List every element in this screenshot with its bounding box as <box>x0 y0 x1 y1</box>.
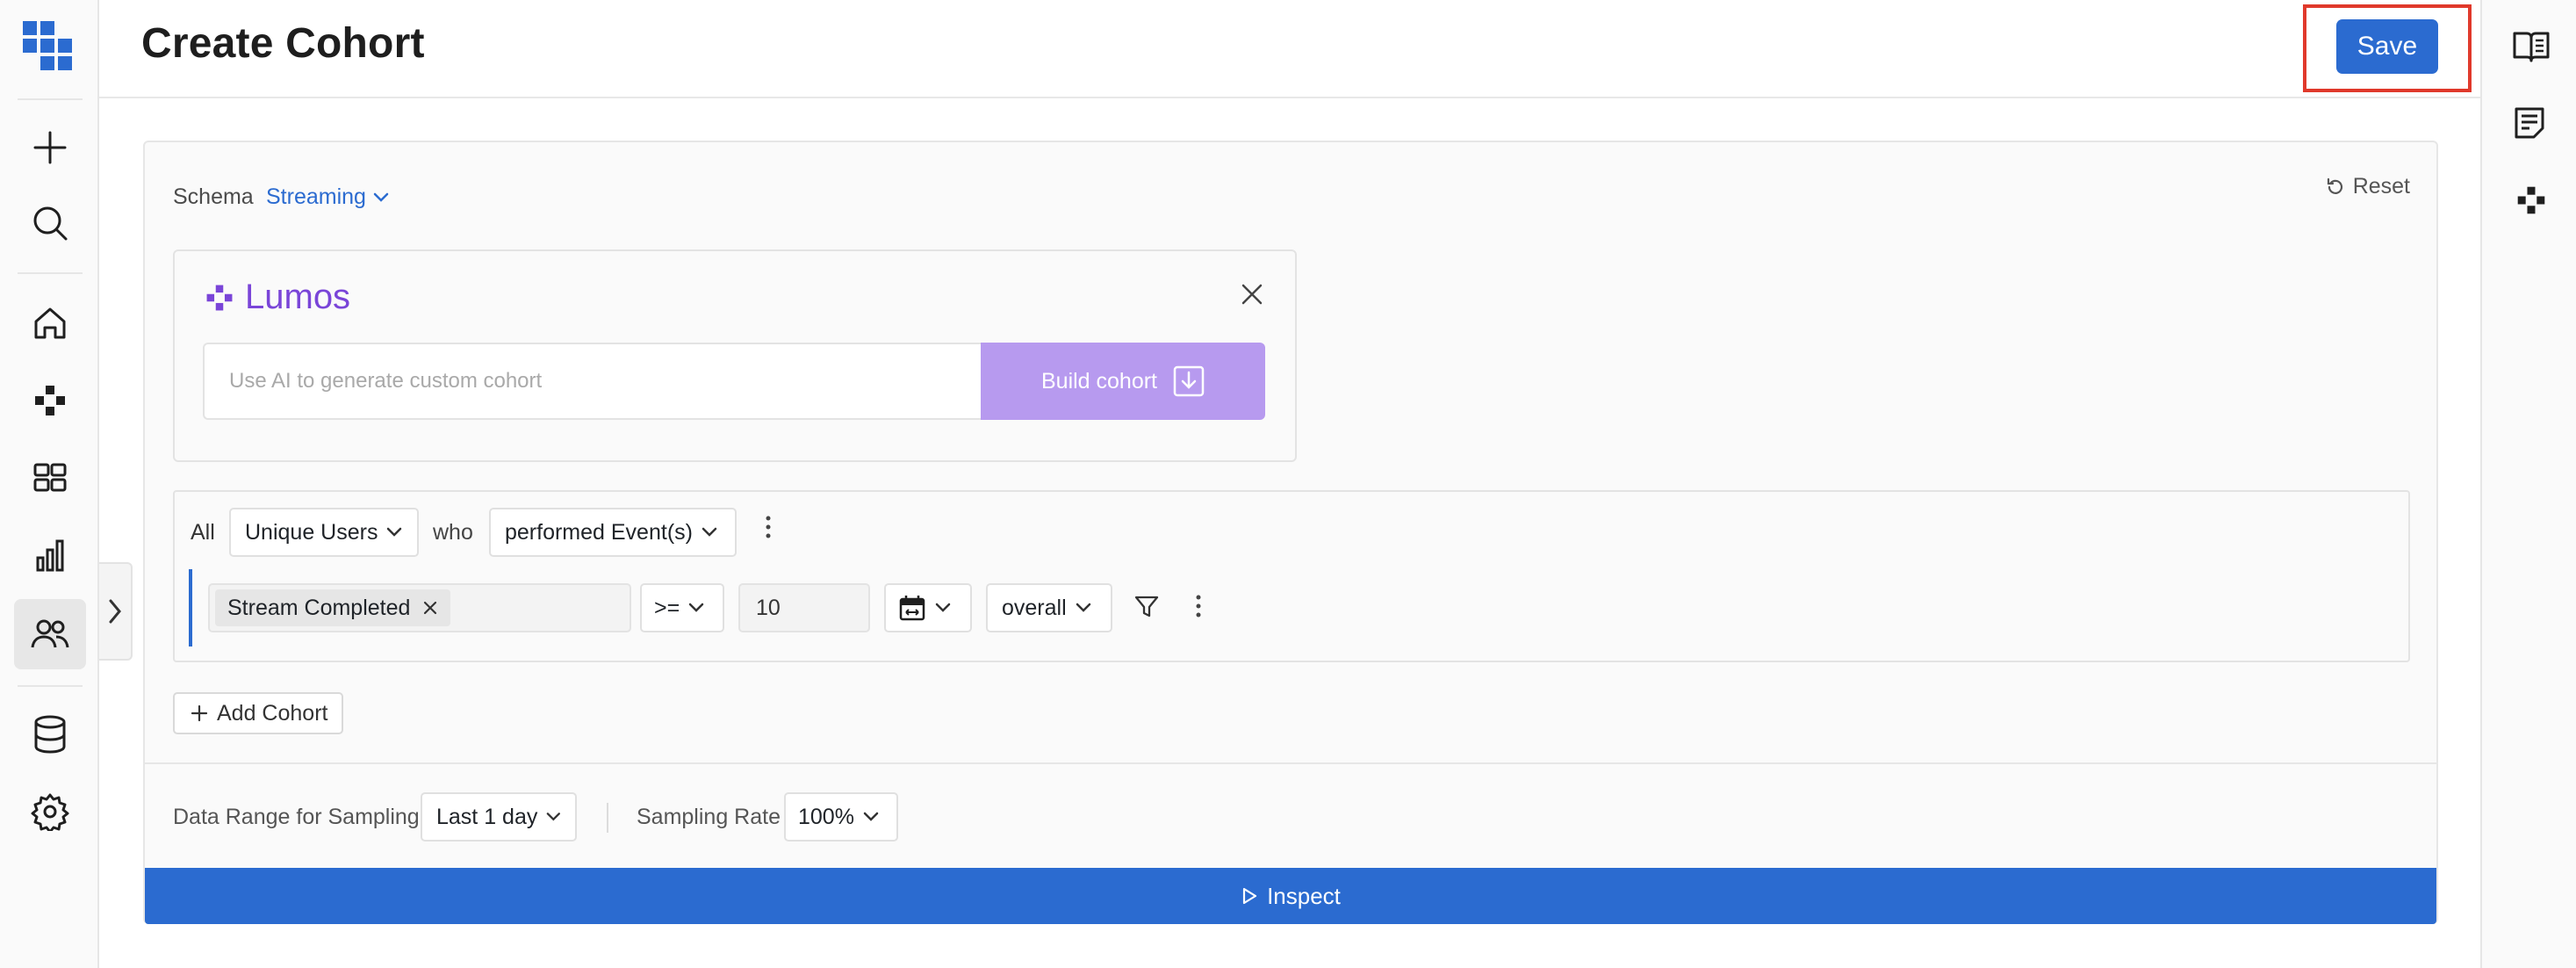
users-select[interactable]: Unique Users <box>229 508 419 557</box>
cohort-builder-panel: Schema Streaming Reset Lumos Build cohor… <box>143 141 2438 924</box>
chevron-down-icon <box>547 813 561 821</box>
book-icon[interactable] <box>2512 30 2551 68</box>
sampling-rate-label: Sampling Rate <box>637 805 781 829</box>
lumos-prompt-input[interactable] <box>203 343 982 420</box>
sampling-rate-value: 100% <box>798 804 854 829</box>
home-icon[interactable] <box>14 288 86 358</box>
plus-icon <box>191 704 208 722</box>
build-cohort-button[interactable]: Build cohort <box>981 343 1265 420</box>
chart-icon[interactable] <box>14 520 86 590</box>
more-options-icon[interactable] <box>765 515 772 545</box>
action-select-value: performed Event(s) <box>505 519 693 545</box>
play-icon <box>1242 887 1257 905</box>
event-chip: Stream Completed <box>215 589 451 626</box>
inspect-button[interactable]: Inspect <box>145 868 2436 924</box>
rail-divider <box>18 272 83 274</box>
chevron-down-icon <box>935 603 951 612</box>
expand-sidebar-button[interactable] <box>99 562 133 661</box>
page-header: Create Cohort Save <box>99 0 2480 98</box>
page-title: Create Cohort <box>141 20 425 67</box>
rail-divider <box>18 98 83 100</box>
add-cohort-button[interactable]: Add Cohort <box>173 692 344 734</box>
chevron-down-icon <box>702 527 717 537</box>
lumos-brand: Lumos <box>205 278 350 317</box>
operator-value: >= <box>654 595 680 620</box>
count-input[interactable]: 10 <box>738 583 870 632</box>
lumos-title: Lumos <box>245 278 351 316</box>
scope-select[interactable]: overall <box>986 583 1112 632</box>
operator-select[interactable]: >= <box>640 583 724 632</box>
grid-logo-icon[interactable] <box>23 21 72 75</box>
remove-icon[interactable] <box>422 600 438 616</box>
left-sidebar <box>0 0 99 968</box>
reset-icon <box>2327 177 2342 194</box>
reset-button[interactable]: Reset <box>2325 174 2410 199</box>
download-icon <box>1173 365 1205 397</box>
sampling-range-value: Last 1 day <box>436 804 538 829</box>
plus-icon[interactable] <box>14 112 86 183</box>
chevron-down-icon <box>1076 603 1090 612</box>
search-icon[interactable] <box>14 188 86 258</box>
notes-icon[interactable] <box>2512 105 2547 145</box>
filter-icon[interactable] <box>1133 594 1160 625</box>
sampling-range-label: Data Range for Sampling <box>173 805 420 829</box>
calendar-icon <box>899 596 925 621</box>
date-range-select[interactable] <box>884 583 972 632</box>
schema-dropdown[interactable]: Streaming <box>266 184 389 210</box>
cohorts-icon[interactable] <box>14 599 86 669</box>
build-cohort-label: Build cohort <box>1040 368 1158 394</box>
action-select[interactable]: performed Event(s) <box>489 508 737 557</box>
dashboard-icon[interactable] <box>14 443 86 513</box>
inspect-label: Inspect <box>1267 882 1341 909</box>
section-divider <box>145 762 2436 764</box>
all-label: All <box>191 520 215 545</box>
count-value: 10 <box>756 595 781 620</box>
app-root: Create Cohort Save Schema Streaming Rese… <box>0 0 2576 968</box>
more-options-icon[interactable] <box>1195 594 1202 625</box>
lumos-logo-icon <box>206 285 233 310</box>
lumos-card: Lumos Build cohort <box>173 249 1297 462</box>
lumos-icon[interactable] <box>14 365 86 436</box>
sampling-separator <box>607 803 608 833</box>
settings-icon[interactable] <box>14 777 86 847</box>
add-cohort-label: Add Cohort <box>217 700 328 726</box>
sampling-rate-select[interactable]: 100% <box>784 792 898 842</box>
event-select[interactable]: Stream Completed <box>208 583 631 632</box>
schema-label: Schema <box>173 184 254 209</box>
users-select-value: Unique Users <box>245 519 378 545</box>
chevron-down-icon <box>387 527 402 537</box>
sampling-range-select[interactable]: Last 1 day <box>421 792 577 842</box>
lumos-icon[interactable] <box>2515 184 2547 220</box>
chevron-down-icon <box>863 812 879 821</box>
database-icon[interactable] <box>14 699 86 769</box>
reset-label: Reset <box>2352 174 2410 199</box>
rail-divider <box>18 685 83 687</box>
who-label: who <box>433 520 473 545</box>
scope-value: overall <box>1002 595 1067 620</box>
schema-value: Streaming <box>266 184 366 209</box>
chevron-right-icon <box>109 599 121 624</box>
right-sidebar <box>2480 0 2576 968</box>
cohort-definition: All Unique Users who performed Event(s) … <box>173 490 2410 662</box>
condition-accent-bar <box>189 569 192 647</box>
save-button[interactable]: Save <box>2336 19 2438 74</box>
event-chip-label: Stream Completed <box>227 595 411 620</box>
chevron-down-icon <box>373 192 389 202</box>
chevron-down-icon <box>688 603 704 612</box>
close-icon[interactable] <box>1241 283 1263 310</box>
